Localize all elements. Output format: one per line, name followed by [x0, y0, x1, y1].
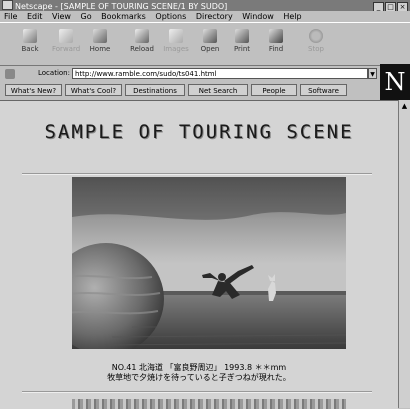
photo-scene-graphic [72, 177, 346, 349]
scroll-up-arrow-icon[interactable]: ▲ [400, 102, 409, 111]
forward-label: Forward [52, 45, 81, 53]
vertical-scrollbar[interactable]: ▲ [398, 100, 410, 408]
window-title: Netscape - [SAMPLE OF TOURING SCENE/1 BY… [15, 2, 228, 11]
directory-buttons-bar: What's New? What's Cool? Destinations Ne… [0, 83, 380, 98]
images-button[interactable]: Images [162, 27, 190, 61]
open-button[interactable]: Open [196, 27, 224, 61]
forward-arrow-icon [59, 29, 73, 43]
menu-window[interactable]: Window [242, 12, 274, 21]
menu-options[interactable]: Options [155, 12, 186, 21]
horizontal-rule [22, 391, 372, 393]
whats-cool-button[interactable]: What's Cool? [65, 84, 122, 96]
net-search-button[interactable]: Net Search [188, 84, 248, 96]
close-button[interactable]: × [397, 2, 408, 11]
stop-label: Stop [308, 45, 324, 53]
software-button[interactable]: Software [300, 84, 347, 96]
home-button[interactable]: Home [86, 27, 114, 61]
find-label: Find [268, 45, 284, 53]
menu-view[interactable]: View [52, 12, 71, 21]
reload-label: Reload [130, 45, 154, 53]
netscape-logo: N [380, 64, 410, 100]
home-label: Home [89, 45, 111, 53]
print-button[interactable]: Print [228, 27, 256, 61]
back-label: Back [21, 45, 39, 53]
netscape-app-icon [2, 0, 13, 10]
open-label: Open [200, 45, 220, 53]
title-bar: Netscape - [SAMPLE OF TOURING SCENE/1 BY… [0, 0, 410, 11]
open-icon [203, 29, 217, 43]
browser-window: Netscape - [SAMPLE OF TOURING SCENE/1 BY… [0, 0, 410, 409]
location-dropdown-button[interactable]: ▼ [368, 68, 377, 79]
find-icon [269, 29, 283, 43]
window-controls: _ □ × [372, 1, 408, 11]
page-heading: SAMPLE OF TOURING SCENE [44, 121, 354, 143]
menu-go[interactable]: Go [81, 12, 92, 21]
menu-bookmarks[interactable]: Bookmarks [101, 12, 146, 21]
touring-photo [72, 177, 346, 349]
maximize-button[interactable]: □ [385, 2, 396, 11]
photo-caption-line2: 牧草地で夕焼けを待っていると子ぎつねが現れた。 [107, 373, 291, 382]
minimize-button[interactable]: _ [373, 2, 384, 11]
reload-icon [135, 29, 149, 43]
images-icon [169, 29, 183, 43]
back-arrow-icon [23, 29, 37, 43]
stop-icon [309, 29, 323, 43]
people-button[interactable]: People [251, 84, 297, 96]
menu-file[interactable]: File [4, 12, 17, 21]
forward-button[interactable]: Forward [52, 27, 80, 61]
location-label: Location: [38, 69, 70, 77]
stop-button[interactable]: Stop [302, 27, 330, 61]
find-button[interactable]: Find [262, 27, 290, 61]
print-icon [235, 29, 249, 43]
reload-button[interactable]: Reload [128, 27, 156, 61]
home-icon [93, 29, 107, 43]
menu-directory[interactable]: Directory [196, 12, 233, 21]
navigation-toolbar: Back Forward Home Reload Images Open Pri… [0, 22, 410, 66]
horizontal-rule [22, 173, 372, 175]
menu-help[interactable]: Help [283, 12, 301, 21]
page-content: SAMPLE OF TOURING SCENE NO.41 北海道 「富良野周辺… [0, 100, 398, 409]
location-input[interactable]: http://www.ramble.com/sudo/ts041.html [72, 68, 368, 79]
images-label: Images [163, 45, 189, 53]
menu-edit[interactable]: Edit [27, 12, 43, 21]
location-bar: Location: http://www.ramble.com/sudo/ts0… [0, 66, 410, 82]
menu-bar: File Edit View Go Bookmarks Options Dire… [0, 11, 410, 22]
destinations-button[interactable]: Destinations [125, 84, 185, 96]
back-button[interactable]: Back [16, 27, 44, 61]
bookmark-link-icon[interactable] [5, 69, 15, 79]
print-label: Print [233, 45, 251, 53]
whats-new-button[interactable]: What's New? [5, 84, 62, 96]
